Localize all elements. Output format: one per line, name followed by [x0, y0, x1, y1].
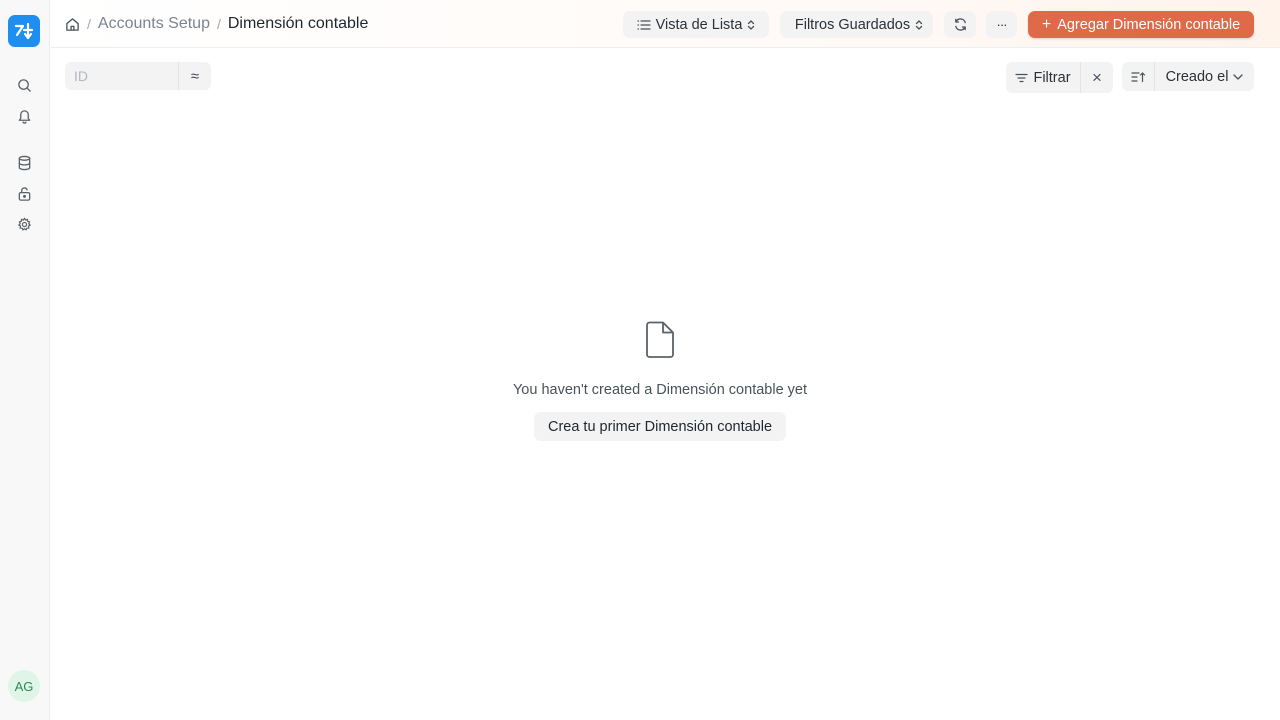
app-logo-icon[interactable]	[8, 15, 40, 47]
breadcrumb-separator: /	[216, 16, 221, 32]
sort-field-button[interactable]: Creado el	[1155, 62, 1254, 91]
database-icon[interactable]	[13, 152, 35, 174]
header: / Accounts Setup / Dimensión contable Vi…	[51, 0, 1280, 48]
home-icon[interactable]	[65, 17, 80, 32]
breadcrumb-separator: /	[87, 16, 91, 32]
create-first-button[interactable]: Crea tu primer Dimensión contable	[534, 412, 786, 441]
file-icon	[644, 321, 676, 359]
sort-ascending-icon	[1130, 71, 1145, 82]
lock-icon[interactable]	[13, 183, 35, 205]
empty-state-message: You haven't created a Dimensión contable…	[512, 382, 808, 398]
close-icon: ×	[1092, 68, 1102, 87]
id-filter-input[interactable]	[65, 62, 179, 90]
sort-field-label: Creado el	[1165, 68, 1229, 85]
avatar[interactable]: AG	[8, 670, 40, 702]
add-dimension-button[interactable]: + Agregar Dimensión contable	[1028, 11, 1254, 38]
gear-icon[interactable]	[13, 213, 35, 235]
chevron-down-icon	[1233, 73, 1244, 80]
refresh-button[interactable]	[944, 11, 976, 38]
page-title: Dimensión contable	[227, 15, 369, 32]
saved-filters-button[interactable]: Filtros Guardados	[780, 11, 933, 38]
breadcrumb: / Accounts Setup / Dimensión contable	[65, 0, 368, 48]
id-filter: ≈	[65, 62, 211, 90]
list-icon	[636, 19, 651, 30]
add-dimension-label: Agregar Dimensión contable	[1057, 16, 1241, 33]
view-selector-button[interactable]: Vista de Lista	[623, 11, 769, 38]
sort-direction-button[interactable]	[1122, 62, 1154, 91]
more-icon: ···	[996, 17, 1008, 32]
clear-filter-button[interactable]: ×	[1081, 62, 1113, 93]
chevron-updown-icon	[748, 19, 755, 30]
more-options-button[interactable]: ···	[986, 11, 1017, 38]
filter-icon	[1015, 73, 1029, 82]
plus-icon: +	[1041, 15, 1052, 33]
sidebar: AG	[0, 0, 50, 720]
id-filter-operator[interactable]: ≈	[179, 62, 211, 90]
view-selector-label: Vista de Lista	[655, 16, 743, 33]
saved-filters-label: Filtros Guardados	[794, 16, 911, 33]
refresh-icon	[954, 18, 966, 31]
chevron-updown-icon	[915, 19, 923, 30]
avatar-initials: AG	[14, 678, 34, 694]
filter-button[interactable]: Filtrar	[1006, 62, 1080, 93]
create-first-label: Crea tu primer Dimensión contable	[547, 418, 773, 435]
bell-icon[interactable]	[13, 105, 35, 127]
app-root: AG / Accounts Setup / Dimensión contable…	[0, 0, 1280, 720]
filter-group: Filtrar ×	[1006, 62, 1113, 93]
breadcrumb-parent-link[interactable]: Accounts Setup	[98, 15, 210, 33]
filter-label: Filtrar	[1033, 69, 1071, 86]
sort-group: Creado el	[1122, 62, 1254, 91]
search-icon[interactable]	[13, 74, 35, 96]
